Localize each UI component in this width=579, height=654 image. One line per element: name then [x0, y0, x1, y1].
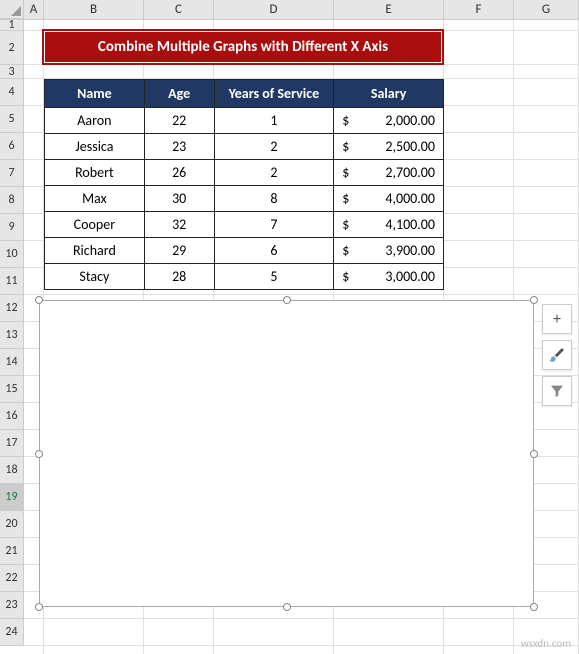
table-row: Stacy285$3,000.00	[45, 264, 444, 290]
resize-handle[interactable]	[35, 450, 43, 458]
row-header-8[interactable]: 8	[0, 187, 24, 214]
cell-name[interactable]: Stacy	[45, 264, 145, 290]
cell-name[interactable]: Jessica	[45, 134, 145, 160]
cell-name[interactable]: Max	[45, 186, 145, 212]
resize-handle[interactable]	[283, 296, 291, 304]
data-table: NameAgeYears of ServiceSalary Aaron221$2…	[44, 79, 444, 290]
resize-handle[interactable]	[530, 450, 538, 458]
funnel-icon	[549, 383, 565, 399]
row-header-5[interactable]: 5	[0, 106, 24, 133]
table-header: Years of Service	[214, 80, 334, 108]
cell-name[interactable]: Robert	[45, 160, 145, 186]
table-row: Cooper327$4,100.00	[45, 212, 444, 238]
col-header-G[interactable]: G	[514, 0, 579, 19]
row-header-1[interactable]: 1	[0, 20, 24, 31]
row-header-15[interactable]: 15	[0, 376, 24, 403]
cell-age[interactable]: 30	[144, 186, 214, 212]
table-row: Max308$4,000.00	[45, 186, 444, 212]
row-header-21[interactable]: 21	[0, 538, 24, 565]
cell-years[interactable]: 6	[214, 238, 334, 264]
title-text: Combine Multiple Graphs with Different X…	[98, 38, 388, 56]
cell-salary[interactable]: $4,000.00	[334, 186, 444, 212]
cell-years[interactable]: 1	[214, 108, 334, 134]
col-header-C[interactable]: C	[144, 0, 214, 19]
cell-age[interactable]: 23	[144, 134, 214, 160]
table-row: Aaron221$2,000.00	[45, 108, 444, 134]
cell-age[interactable]: 26	[144, 160, 214, 186]
row-header-22[interactable]: 22	[0, 565, 24, 592]
cell-years[interactable]: 7	[214, 212, 334, 238]
resize-handle[interactable]	[530, 296, 538, 304]
row-header-13[interactable]: 13	[0, 322, 24, 349]
resize-handle[interactable]	[35, 603, 43, 611]
col-header-A[interactable]: A	[24, 0, 44, 19]
table-row: Richard296$3,900.00	[45, 238, 444, 264]
cell-years[interactable]: 8	[214, 186, 334, 212]
plus-icon: +	[553, 310, 561, 329]
col-header-E[interactable]: E	[334, 0, 444, 19]
row-header-24[interactable]: 24	[0, 619, 24, 646]
row-header-23[interactable]: 23	[0, 592, 24, 619]
cell-name[interactable]: Richard	[45, 238, 145, 264]
resize-handle[interactable]	[530, 603, 538, 611]
row-header-6[interactable]: 6	[0, 133, 24, 160]
cell-years[interactable]: 2	[214, 134, 334, 160]
row-header-19[interactable]: 19	[0, 484, 24, 511]
row-header-17[interactable]: 17	[0, 430, 24, 457]
cell-age[interactable]: 22	[144, 108, 214, 134]
chart-style-button[interactable]	[542, 340, 572, 370]
cell-years[interactable]: 5	[214, 264, 334, 290]
chart-side-buttons: +	[542, 304, 572, 406]
row-header-12[interactable]: 12	[0, 295, 24, 322]
cell-years[interactable]: 2	[214, 160, 334, 186]
row-header-9[interactable]: 9	[0, 214, 24, 241]
row-header-18[interactable]: 18	[0, 457, 24, 484]
chart-placeholder[interactable]	[39, 300, 534, 607]
col-header-B[interactable]: B	[44, 0, 144, 19]
cell-salary[interactable]: $4,100.00	[334, 212, 444, 238]
cell-salary[interactable]: $3,900.00	[334, 238, 444, 264]
row-header-14[interactable]: 14	[0, 349, 24, 376]
row-header-20[interactable]: 20	[0, 511, 24, 538]
cells-area[interactable]: Combine Multiple Graphs with Different X…	[24, 20, 579, 654]
col-header-F[interactable]: F	[444, 0, 514, 19]
row-headers: 123456789101112131415161718192021222324	[0, 20, 24, 646]
resize-handle[interactable]	[35, 296, 43, 304]
row-header-3[interactable]: 3	[0, 65, 24, 79]
row-header-11[interactable]: 11	[0, 268, 24, 295]
cell-name[interactable]: Cooper	[45, 212, 145, 238]
table-header: Salary	[334, 80, 444, 108]
row-header-7[interactable]: 7	[0, 160, 24, 187]
table-header: Name	[45, 80, 145, 108]
title-banner: Combine Multiple Graphs with Different X…	[44, 31, 442, 63]
table-header: Age	[144, 80, 214, 108]
spreadsheet-grid: ABCDEFG 12345678910111213141516171819202…	[0, 0, 579, 654]
watermark: wsxdn.com	[521, 637, 571, 650]
chart-filter-button[interactable]	[542, 376, 572, 406]
row-header-2[interactable]: 2	[0, 31, 24, 65]
cell-salary[interactable]: $2,000.00	[334, 108, 444, 134]
cell-name[interactable]: Aaron	[45, 108, 145, 134]
row-header-10[interactable]: 10	[0, 241, 24, 268]
table-row: Jessica232$2,500.00	[45, 134, 444, 160]
cell-age[interactable]: 32	[144, 212, 214, 238]
column-headers: ABCDEFG	[0, 0, 579, 20]
cell-salary[interactable]: $2,500.00	[334, 134, 444, 160]
cell-salary[interactable]: $2,700.00	[334, 160, 444, 186]
table-row: Robert262$2,700.00	[45, 160, 444, 186]
select-all-corner[interactable]	[0, 0, 24, 19]
cell-age[interactable]: 29	[144, 238, 214, 264]
row-header-4[interactable]: 4	[0, 79, 24, 106]
brush-icon	[548, 346, 566, 364]
chart-add-button[interactable]: +	[542, 304, 572, 334]
cell-age[interactable]: 28	[144, 264, 214, 290]
row-header-16[interactable]: 16	[0, 403, 24, 430]
resize-handle[interactable]	[283, 603, 291, 611]
col-header-D[interactable]: D	[214, 0, 334, 19]
cell-salary[interactable]: $3,000.00	[334, 264, 444, 290]
